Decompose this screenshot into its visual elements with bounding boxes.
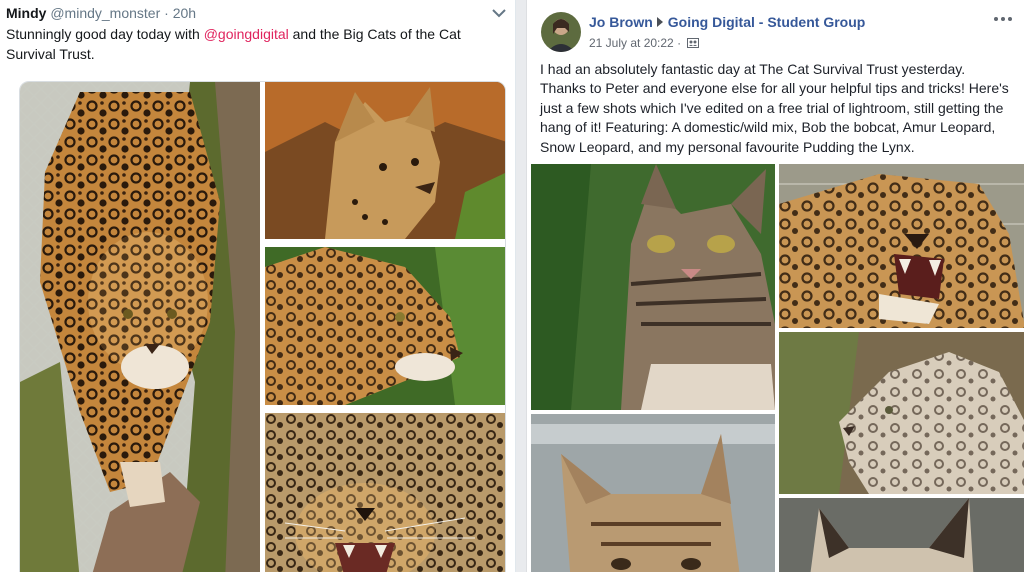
tweet-display-name[interactable]: Mindy [6, 5, 46, 21]
tweet-photo-grid [19, 81, 506, 572]
more-options-icon[interactable] [992, 12, 1014, 26]
chevron-down-icon[interactable] [491, 6, 507, 20]
amur-leopard-photo[interactable] [779, 164, 1024, 328]
snarling-jaguar-photo[interactable] [265, 413, 505, 572]
bobcat-photo[interactable] [531, 414, 775, 572]
lynx-photo[interactable] [779, 498, 1024, 572]
facebook-post-card: Jo Brown Going Digital - Student Group 21… [526, 0, 1024, 572]
domestic-wild-mix-photo[interactable] [531, 164, 775, 410]
tweet-timestamp[interactable]: 20h [173, 5, 196, 21]
tweet-separator: · [164, 5, 169, 21]
tweet-handle[interactable]: @mindy_monster [50, 5, 160, 21]
jaguar-on-tree-photo[interactable] [20, 82, 260, 572]
group-audience-icon[interactable] [687, 37, 700, 52]
tweet-text: Stunningly good day today with @goingdig… [6, 24, 502, 64]
tweet-text-start: Stunningly good day today with [6, 26, 204, 42]
meta-separator: · [677, 36, 682, 50]
post-title: Jo Brown Going Digital - Student Group [589, 14, 865, 30]
serval-photo[interactable] [265, 82, 505, 239]
tweet-header: Mindy @mindy_monster · 20h [6, 5, 196, 21]
post-meta: 21 July at 20:22 · [589, 36, 700, 52]
tweet-mention-link[interactable]: @goingdigital [204, 26, 289, 42]
group-name-link[interactable]: Going Digital - Student Group [668, 14, 866, 30]
jaguar-profile-photo[interactable] [265, 247, 505, 405]
post-timestamp[interactable]: 21 July at 20:22 [589, 36, 674, 50]
post-text: I had an absolutely fantastic day at The… [540, 61, 1009, 155]
author-name-link[interactable]: Jo Brown [589, 14, 653, 30]
post-photo-grid [531, 164, 1024, 572]
tweet-card: Mindy @mindy_monster · 20h Stunningly go… [0, 0, 516, 572]
author-avatar[interactable] [541, 12, 581, 52]
snow-leopard-photo[interactable] [779, 332, 1024, 494]
caret-right-icon [656, 17, 663, 27]
